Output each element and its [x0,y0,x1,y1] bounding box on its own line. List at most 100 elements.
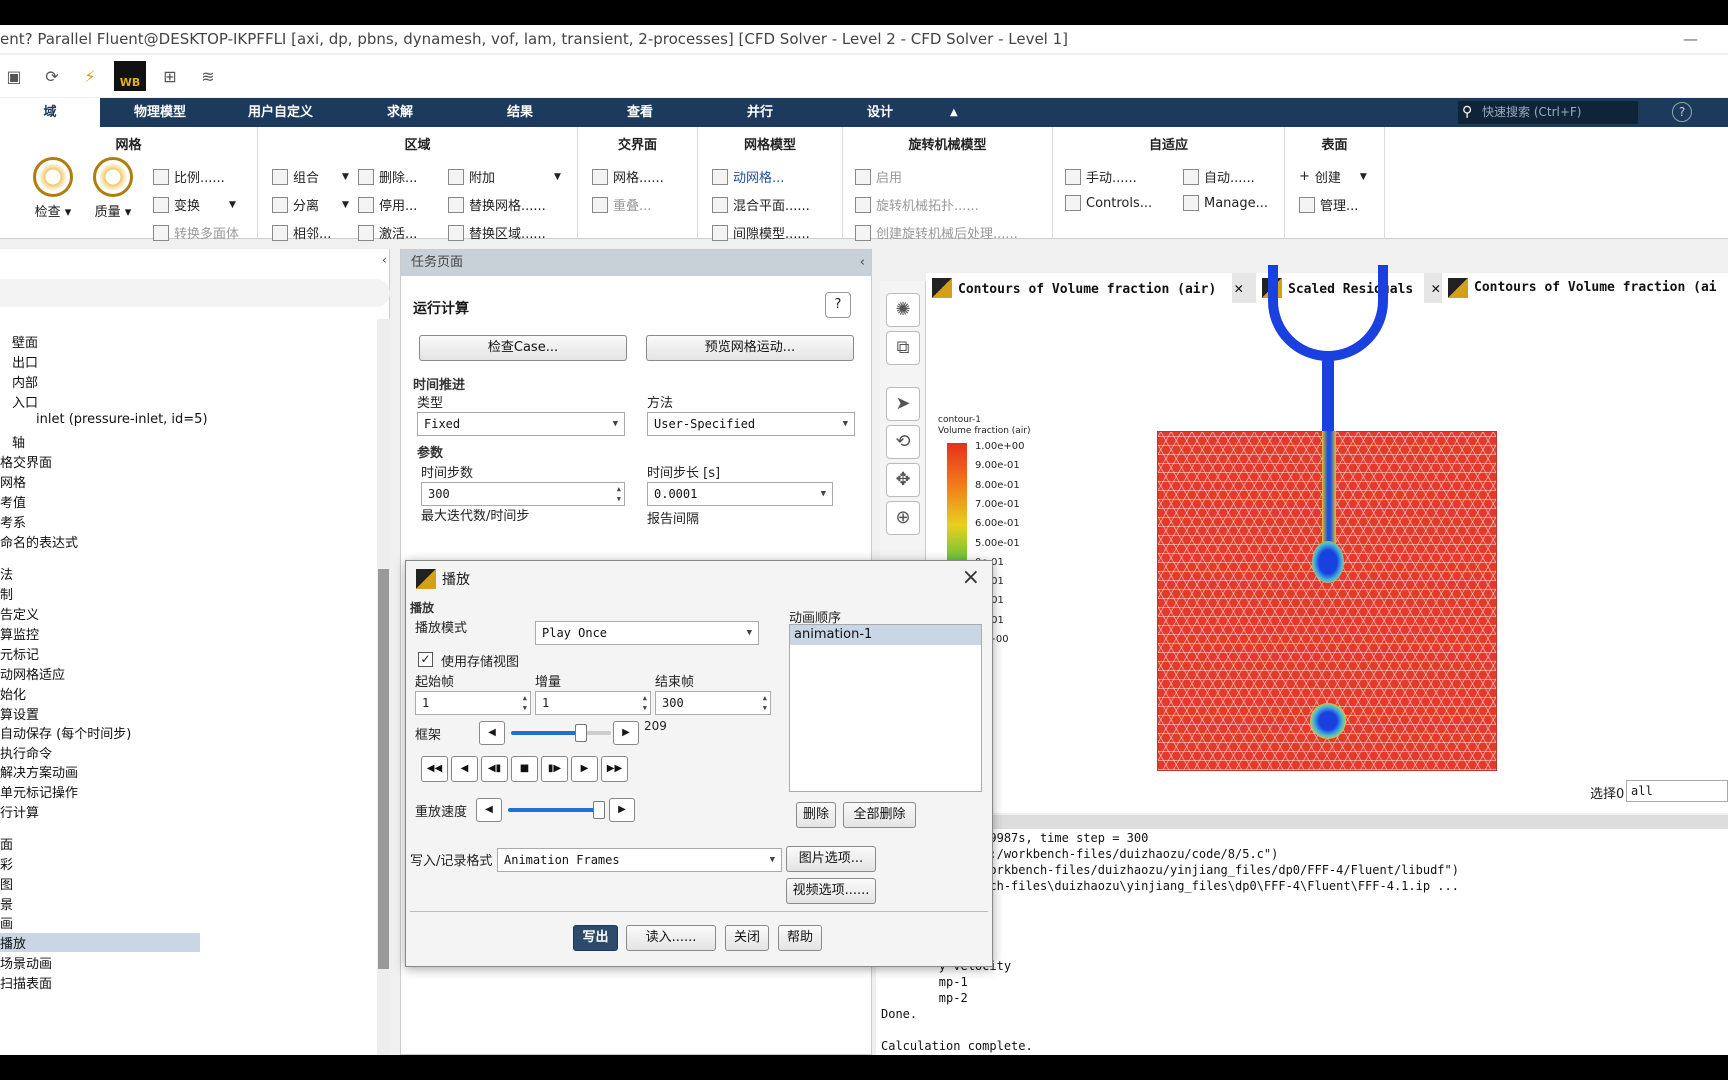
tree-item[interactable]: 轴 [0,432,25,451]
dynamic-mesh-button[interactable]: 动网格... [712,167,784,186]
tree-scrollbar[interactable] [377,319,390,1055]
video-options-button[interactable]: 视频选项...... [786,878,876,904]
combine-button[interactable]: 组合 ▼ [272,167,349,186]
turbo-enable-checkbox[interactable]: 启用 [855,167,902,186]
use-stored-view-checkbox[interactable]: ✓ [418,652,433,667]
frame-next-arrow[interactable]: ▶ [613,721,639,745]
tree-item[interactable]: 扫描表面 [0,973,52,992]
turbo-post-button[interactable]: 创建旋转机械后处理...... [855,223,1018,242]
parameter-icon[interactable]: ⊞ [156,62,184,90]
skip-forward-button[interactable]: ▶▶ [601,756,628,782]
tree-item[interactable]: 壁面 [0,332,38,351]
close-icon[interactable]: × [962,565,980,590]
tree-item[interactable]: inlet (pressure-inlet, id=5) [0,412,208,427]
workbench-icon[interactable]: WB [114,61,146,91]
select-input[interactable]: all [1626,780,1728,802]
tab-contours-1[interactable]: Contours of Volume fraction (air) ✕ [926,273,1243,303]
adapt-controls-button[interactable]: Controls... [1065,195,1152,211]
minimize-button[interactable]: — [1683,25,1698,53]
append-button[interactable]: 附加 ▼ [448,167,561,186]
frame-prev-arrow[interactable]: ◀ [479,721,505,745]
tree-item[interactable]: 场景动画 [0,953,52,972]
collapse-icon[interactable]: ‹ [860,250,865,276]
write-button[interactable]: 写出 [573,925,618,951]
tab-view[interactable]: 查看 [627,98,653,127]
turbo-topology-button[interactable]: 旋转机械拓扑...... [855,195,979,214]
separate-button[interactable]: 分离 ▼ [272,195,349,214]
tree-item[interactable]: 考系 [0,512,26,531]
replace-zone-button[interactable]: 替换区域...... [448,223,546,242]
refresh-icon[interactable]: ⟳ [38,62,66,90]
tab-physics[interactable]: 物理模型 [134,98,186,127]
step-back-button[interactable]: ◀▮ [481,756,508,782]
tab-design[interactable]: 设计 [867,98,893,127]
frame-slider[interactable] [511,724,611,742]
tree-item[interactable]: 入口 [0,392,38,411]
pan-icon[interactable]: ✥ [886,463,920,497]
view-cube-icon[interactable]: ⧉ [886,331,920,365]
console-panel[interactable]: -029999999999987s, time step = 300 fSour… [876,815,1728,1055]
interface-mesh-button[interactable]: 网格...... [592,167,664,186]
increment-input[interactable]: 1 [535,691,651,715]
tree-item[interactable]: 元标记 [0,644,39,663]
speed-slider[interactable] [508,801,606,819]
delete-button[interactable]: 删除 [796,802,836,828]
speed-prev-arrow[interactable]: ◀ [476,798,502,822]
speed-slider-knob[interactable] [593,801,606,819]
play-button[interactable]: ▶ [571,756,598,782]
tree-item[interactable]: 图 [0,874,13,893]
quick-search-input[interactable]: ⚲ 快速搜索 (Ctrl+F) [1458,101,1638,124]
check-case-button[interactable]: 检查Case... [419,335,627,361]
quality-button[interactable]: 质量 ▾ [88,157,138,220]
delete-zone-button[interactable]: 删除... [358,167,417,186]
step-forward-button[interactable]: ▮▶ [541,756,568,782]
close-icon[interactable]: ✕ [1234,279,1243,297]
tab-contours-2[interactable]: Contours of Volume fraction (ai [1442,273,1728,303]
activate-button[interactable]: 激活... [358,223,417,242]
frame-slider-knob[interactable] [574,724,587,742]
tree-item[interactable]: 执行命令 [0,743,52,762]
transform-button[interactable]: 变换 ▼ [153,195,236,214]
tree-item[interactable]: 始化 [0,684,26,703]
collapse-panel-icon[interactable]: ‹ [382,253,387,267]
mixing-plane-button[interactable]: 混合平面...... [712,195,810,214]
tree-item[interactable]: 命名的表达式 [0,532,78,551]
tree-item[interactable]: 解决方案动画 [0,762,78,781]
tree-item[interactable]: 单元标记操作 [0,782,78,801]
adjacency-button[interactable]: 相邻... [272,223,331,242]
tab-solution[interactable]: 求解 [387,98,413,127]
list-item[interactable]: animation-1 [790,625,981,645]
close-icon[interactable]: ✕ [1431,279,1440,297]
tab-domain[interactable]: 域 [0,98,100,127]
lightning-icon[interactable]: ⚡ [76,62,104,90]
help-icon[interactable]: ? [1672,102,1692,122]
play-backward-button[interactable]: ◀ [451,756,478,782]
read-button[interactable]: 读入...... [626,925,716,951]
manual-adapt-button[interactable]: 手动...... [1065,167,1137,186]
expression-icon[interactable]: ≋ [194,62,222,90]
tree-item[interactable]: 出口 [0,352,38,371]
tree-item[interactable]: 行计算 [0,802,39,821]
stop-button[interactable]: ■ [511,756,538,782]
rotate-icon[interactable]: ⟲ [886,425,920,459]
tree-item[interactable]: 告定义 [0,604,39,623]
scrollbar-thumb[interactable] [378,569,389,969]
tree-item[interactable]: 景 [0,894,13,913]
tree-item[interactable]: 制 [0,584,13,603]
check-button[interactable]: 检查 ▾ [28,157,78,220]
auto-adapt-button[interactable]: 自动...... [1183,167,1255,186]
playback-mode-select[interactable]: Play Once [535,621,759,645]
image-options-button[interactable]: 图片选项... [786,846,876,872]
type-select[interactable]: Fixed [417,412,625,436]
speed-next-arrow[interactable]: ▶ [609,798,635,822]
time-steps-input[interactable]: 300 [421,482,625,506]
tree-item[interactable]: 自动保存 (每个时间步) [0,723,131,742]
pointer-icon[interactable]: ➤ [886,387,920,421]
start-frame-input[interactable]: 1 [415,691,531,715]
tree-item[interactable]: 动网格适应 [0,664,65,683]
open-icon[interactable]: ▣ [0,62,28,90]
surface-manage-button[interactable]: 管理... [1299,195,1358,214]
tree-item[interactable]: 画 [0,913,13,932]
overlap-button[interactable]: 重叠... [592,195,651,214]
adapt-manage-button[interactable]: Manage... [1183,195,1268,211]
